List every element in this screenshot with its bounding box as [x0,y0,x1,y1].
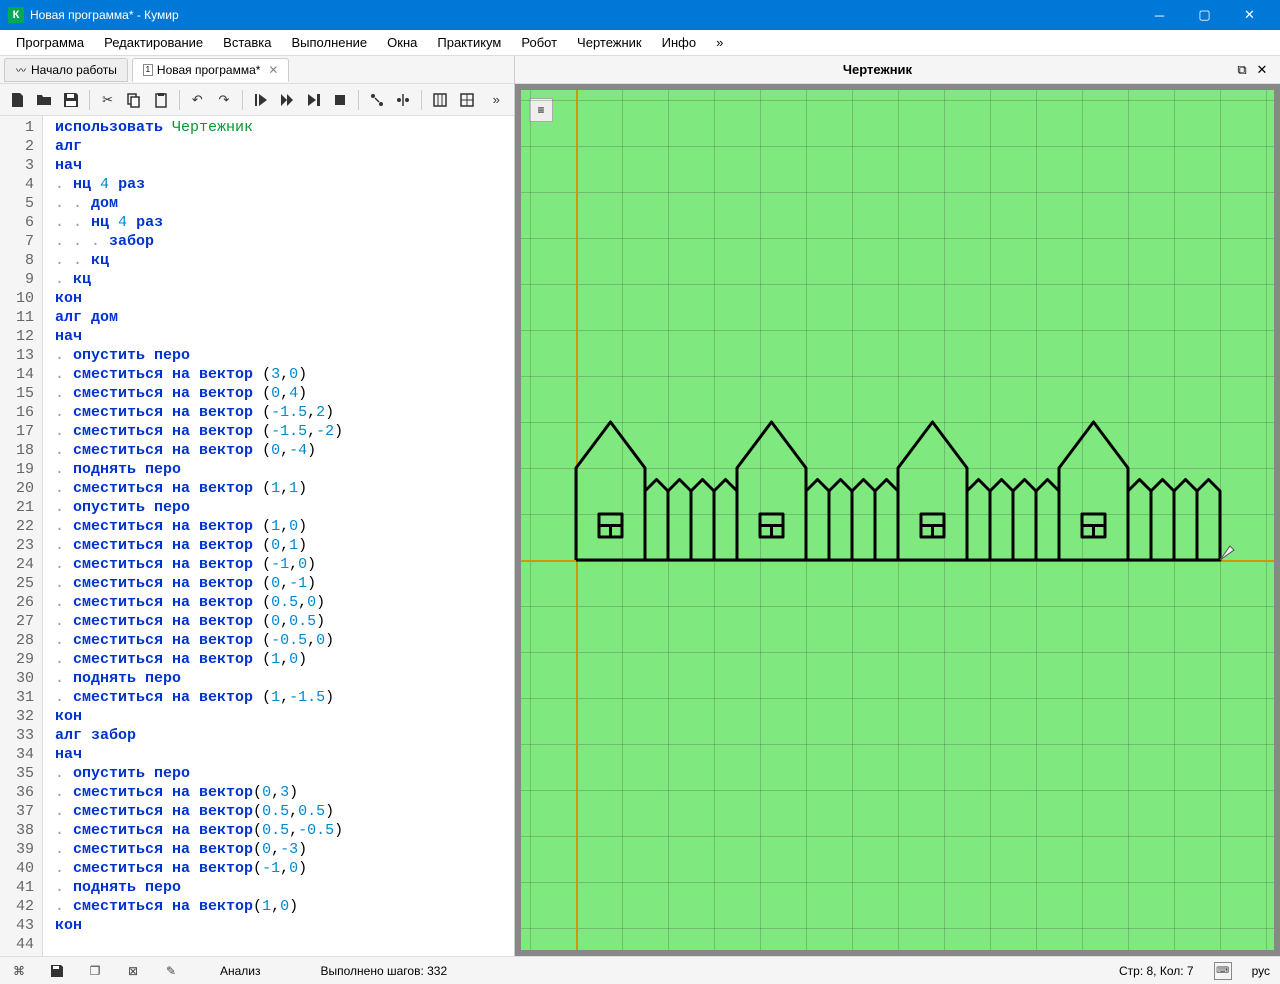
stop-button[interactable] [328,88,352,112]
tab-program-label: Новая программа* [157,63,261,77]
save-file-button[interactable] [59,88,83,112]
layout2-button[interactable] [455,88,479,112]
canvas-close-button[interactable]: ✕ [1252,62,1272,78]
status-lang: рус [1252,964,1270,978]
undo-button[interactable]: ↶ [186,88,210,112]
minimize-button[interactable]: ─ [1137,0,1182,30]
redo-button[interactable]: ↷ [212,88,236,112]
menu-program[interactable]: Программа [6,31,94,54]
menu-drawer[interactable]: Чертежник [567,31,652,54]
paste-button[interactable] [149,88,173,112]
menu-insert[interactable]: Вставка [213,31,281,54]
menu-robot[interactable]: Робот [511,31,567,54]
close-button[interactable]: ✕ [1227,0,1272,30]
run-to-end-button[interactable] [302,88,326,112]
sb-keyboard-icon[interactable]: ⌨ [1214,962,1232,980]
run-button[interactable] [275,88,299,112]
menu-practicum[interactable]: Практикум [427,31,511,54]
sb-console-icon[interactable]: ⌘ [10,962,28,980]
window-title: Новая программа* - Кумир [30,8,1137,22]
code-area[interactable]: использовать Чертежникалгнач. нц 4 раз. … [43,116,355,956]
status-analysis: Анализ [220,964,261,978]
layout1-button[interactable] [428,88,452,112]
drawing-svg [521,90,1274,950]
menu-run[interactable]: Выполнение [281,31,377,54]
cut-button[interactable]: ✂ [96,88,120,112]
sb-edit-icon[interactable]: ✎ [162,962,180,980]
drawing-canvas[interactable]: ≡ [521,90,1274,950]
menu-edit[interactable]: Редактирование [94,31,213,54]
line-gutter: 1234567891011121314151617181920212223242… [0,116,43,956]
new-file-button[interactable] [6,88,30,112]
menubar: Программа Редактирование Вставка Выполне… [0,30,1280,56]
status-steps: Выполнено шагов: 332 [321,964,448,978]
menu-info[interactable]: Инфо [652,31,706,54]
status-cursor: Стр: 8, Кол: 7 [1119,964,1194,978]
titlebar: К Новая программа* - Кумир ─ ▢ ✕ [0,0,1280,30]
open-file-button[interactable] [33,88,57,112]
run-step-button[interactable] [249,88,273,112]
app-icon: К [8,7,24,23]
close-icon[interactable]: ✕ [268,63,278,77]
wave-icon: 〰 [15,64,27,76]
canvas-popout-button[interactable]: ⧉ [1232,62,1252,78]
sb-close-icon[interactable]: ⊠ [124,962,142,980]
maximize-button[interactable]: ▢ [1182,0,1227,30]
tab-program[interactable]: 1 Новая программа* ✕ [132,58,290,82]
statusbar: ⌘ ❐ ⊠ ✎ Анализ Выполнено шагов: 332 Стр:… [0,956,1280,984]
doc-icon: 1 [143,64,153,76]
menu-windows[interactable]: Окна [377,31,427,54]
editor-tabs: 〰 Начало работы 1 Новая программа* ✕ [0,56,514,84]
canvas-title: Чертежник [523,62,1232,77]
canvas-header: Чертежник ⧉ ✕ [515,56,1280,84]
view2-button[interactable] [392,88,416,112]
tab-start-label: Начало работы [31,63,117,77]
sb-copy-icon[interactable]: ❐ [86,962,104,980]
view1-button[interactable] [365,88,389,112]
sb-save-icon[interactable] [48,962,66,980]
toolbar: ✂ ↶ ↷ » [0,84,514,116]
code-editor[interactable]: 1234567891011121314151617181920212223242… [0,116,514,956]
menu-more[interactable]: » [706,31,733,54]
canvas-area: ≡ [515,84,1280,956]
toolbar-more-button[interactable]: » [484,88,508,112]
copy-button[interactable] [122,88,146,112]
tab-start[interactable]: 〰 Начало работы [4,58,128,82]
